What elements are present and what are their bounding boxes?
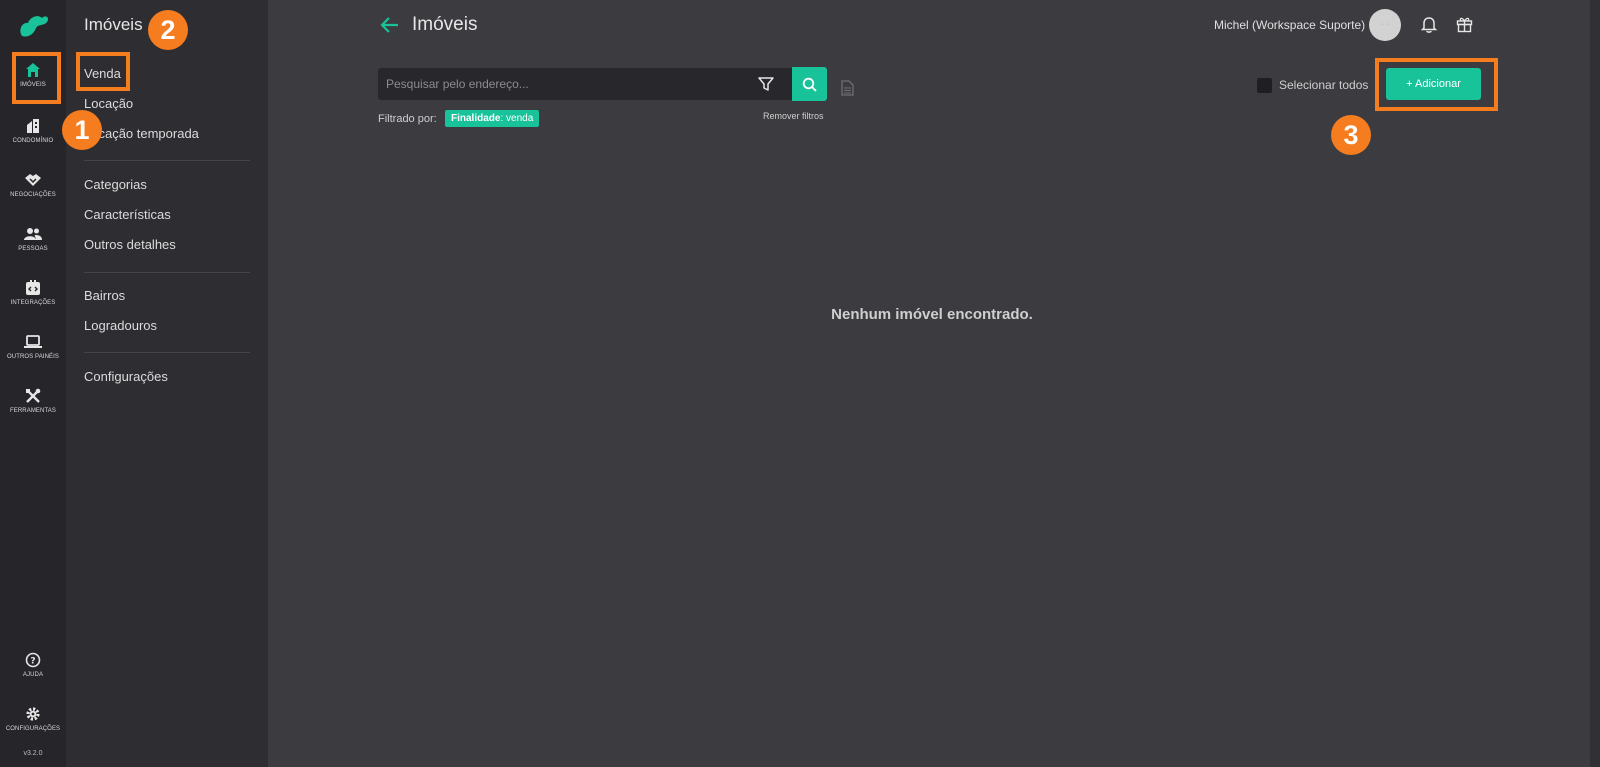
checkbox[interactable]	[1257, 78, 1272, 93]
handshake-icon	[25, 174, 41, 186]
step-badge-2: 2	[148, 10, 188, 50]
highlight-box-venda	[76, 52, 130, 91]
rail-item-negociacoes[interactable]: NEGOCIAÇÕES	[0, 172, 66, 218]
people-icon	[24, 228, 42, 240]
menu-divider	[84, 352, 250, 353]
filter-icon[interactable]	[758, 76, 774, 92]
menu-divider	[84, 272, 250, 273]
bell-icon[interactable]	[1421, 16, 1437, 33]
menu-item-locacao[interactable]: Locação	[84, 96, 133, 111]
rail-item-outros-paineis[interactable]: OUTROS PAINÉIS	[0, 334, 66, 380]
rail-label: CONDOMÍNIO	[12, 138, 54, 144]
rail-item-ferramentas[interactable]: FERRAMENTAS	[0, 388, 66, 434]
rail-label: OUTROS PAINÉIS	[7, 354, 59, 360]
rail-item-condominio[interactable]: CONDOMÍNIO	[0, 118, 66, 164]
menu-divider	[84, 160, 250, 161]
filter-chip-value: : venda	[500, 113, 534, 124]
menu-item-bairros[interactable]: Bairros	[84, 288, 125, 303]
gear-icon	[26, 707, 40, 721]
integration-icon	[26, 280, 40, 295]
step-badge-1: 1	[62, 110, 102, 150]
filter-chip-key: Finalidade	[451, 113, 501, 124]
help-icon: ?	[25, 652, 41, 668]
scrollbar[interactable]	[1590, 0, 1600, 767]
search-button[interactable]	[792, 67, 827, 101]
search-icon	[802, 77, 817, 92]
building-icon	[27, 119, 39, 133]
version-label: v3.2.0	[23, 750, 43, 757]
menu-item-outros-detalhes[interactable]: Outros detalhes	[84, 237, 176, 252]
filtered-by-label: Filtrado por:	[378, 113, 437, 125]
rail-label: PESSOAS	[18, 246, 48, 252]
search-input[interactable]	[378, 68, 754, 100]
rail-label: AJUDA	[22, 672, 44, 678]
icon-rail: IMÓVEIS CONDOMÍNIO NEGOCIAÇÕES PESSOAS I…	[0, 0, 66, 767]
svg-text:?: ?	[30, 657, 35, 667]
search-box	[378, 68, 792, 100]
document-icon[interactable]	[841, 80, 854, 96]
back-arrow-icon[interactable]	[380, 16, 400, 34]
menu-item-logradouros[interactable]: Logradouros	[84, 318, 157, 333]
menu-item-configuracoes[interactable]: Configurações	[84, 369, 168, 384]
highlight-box-imoveis	[12, 52, 61, 104]
step-badge-3: 3	[1331, 115, 1371, 155]
menu-item-categorias[interactable]: Categorias	[84, 177, 147, 192]
rail-label: NEGOCIAÇÕES	[10, 192, 56, 198]
page-title: Imóveis	[412, 14, 478, 35]
rail-item-integracoes[interactable]: INTEGRAÇÕES	[0, 280, 66, 326]
remove-filters-link[interactable]: Remover filtros	[763, 111, 824, 121]
menu-item-caracteristicas[interactable]: Características	[84, 207, 171, 222]
empty-state-message: Nenhum imóvel encontrado.	[831, 306, 1033, 323]
app-logo-icon[interactable]	[16, 10, 50, 40]
rail-item-configuracoes[interactable]: CONFIGURAÇÕES	[0, 706, 66, 752]
user-name[interactable]: Michel (Workspace Suporte)	[1214, 18, 1365, 32]
highlight-box-adicionar	[1375, 58, 1498, 111]
laptop-icon	[24, 335, 42, 348]
rail-label: INTEGRAÇÕES	[10, 300, 56, 306]
rail-item-pessoas[interactable]: PESSOAS	[0, 226, 66, 272]
avatar[interactable]: - -	[1369, 9, 1401, 41]
rail-item-ajuda[interactable]: ? AJUDA	[0, 652, 66, 698]
menu-title: Imóveis	[84, 15, 143, 34]
gift-icon[interactable]	[1456, 16, 1473, 33]
filter-chip[interactable]: Finalidade: venda	[445, 110, 540, 127]
select-all-label: Selecionar todos	[1279, 78, 1369, 92]
tools-icon	[26, 388, 41, 403]
rail-label: FERRAMENTAS	[10, 408, 56, 414]
rail-label: CONFIGURAÇÕES	[5, 726, 61, 732]
